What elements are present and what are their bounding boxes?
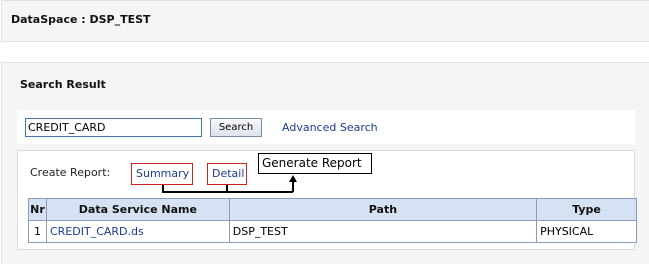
generate-report-callout: Generate Report bbox=[258, 153, 372, 174]
arrow-up-icon bbox=[289, 175, 297, 182]
header-type: Type bbox=[536, 198, 637, 221]
results-table: Nr Data Service Name Path Type 1 CREDIT_… bbox=[28, 198, 637, 243]
table-header-row: Nr Data Service Name Path Type bbox=[28, 198, 637, 221]
row-path: DSP_TEST bbox=[228, 220, 538, 243]
bracket-line bbox=[162, 185, 228, 193]
table-row: 1 CREDIT_CARD.ds DSP_TEST PHYSICAL bbox=[28, 220, 637, 243]
data-service-link[interactable]: CREDIT_CARD.ds bbox=[50, 225, 144, 238]
header-nr: Nr bbox=[28, 198, 47, 221]
header-data-service-name: Data Service Name bbox=[45, 198, 230, 221]
row-type: PHYSICAL bbox=[536, 220, 637, 243]
row-name-cell: CREDIT_CARD.ds bbox=[45, 220, 230, 243]
row-nr: 1 bbox=[28, 220, 47, 243]
header-path: Path bbox=[228, 198, 538, 221]
